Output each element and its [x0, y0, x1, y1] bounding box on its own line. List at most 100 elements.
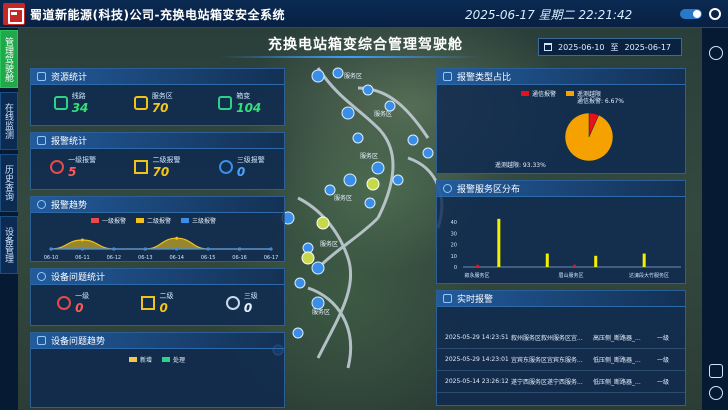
stat-route: 线路 34: [53, 91, 88, 115]
stat-box: 箱变 104: [218, 91, 261, 115]
legend-item: 处理: [162, 355, 185, 364]
x-tick-label: 叙永服务区: [464, 272, 489, 279]
x-tick-label: 达濠段大竹服务区: [629, 272, 669, 279]
date-range-picker[interactable]: 2025-06-10 至 2025-06-17: [538, 38, 682, 56]
y-tick-label: 0: [454, 265, 457, 271]
y-tick-label: 30: [451, 231, 457, 237]
map-label: 服务区: [344, 72, 362, 80]
box-icon: [218, 96, 233, 110]
date-end: 2025-06-17: [624, 42, 672, 52]
nav-item-device[interactable]: 设备管理: [0, 216, 18, 274]
trend-icon: [37, 336, 46, 345]
nav-item-monitor[interactable]: 在线监测: [0, 92, 18, 150]
y-tick-label: 20: [451, 243, 457, 249]
tick-label: 06-15: [201, 255, 216, 261]
panel-title: 资源统计: [51, 73, 88, 83]
bar: [594, 255, 598, 267]
bar: [573, 264, 576, 267]
alarm-list: 2025-05-29 14:23:51 叙州服务区叙州服务区宜... 高压侧_断…: [437, 307, 685, 393]
alert-blue-icon: [218, 160, 233, 174]
data-point: [238, 247, 242, 251]
panel-title: 实时报警: [457, 295, 494, 305]
alert-red-icon: [57, 296, 72, 310]
alert-yellow-icon: [134, 160, 149, 174]
realtime-alarm-panel: 实时报警 2025-05-29 14:23:51 叙州服务区叙州服务区宜... …: [436, 290, 686, 406]
alarm-icon: [37, 136, 46, 145]
stat-device-level3: 三级 0: [225, 291, 258, 315]
data-point: [49, 247, 53, 251]
x-tick-label: 眉山服务区: [558, 272, 583, 279]
map-label: 服务区: [320, 240, 338, 248]
alarm-area-panel: 报警服务区分布 0 10 20 30 40 叙永服务区 眉山服务区 达濠段大竹服务区: [436, 180, 686, 284]
stat-level2: 二级报警 70: [134, 155, 180, 179]
page-title: 充换电站箱变综合管理驾驶舱: [268, 37, 463, 53]
nav-item-history[interactable]: 历史查询: [0, 154, 18, 212]
data-point: [80, 238, 84, 242]
trend-icon: [37, 200, 46, 209]
resource-stats-panel: 资源统计 线路 34 服务区 70 箱变 104: [30, 68, 285, 126]
stat-level1: 一级报警 5: [50, 155, 96, 179]
tick-label: 06-12: [107, 255, 122, 261]
map-label: 服务区: [312, 308, 330, 316]
alarm-area-bar-chart: 0 10 20 30 40 叙永服务区 眉山服务区 达濠段大竹服务区: [451, 218, 681, 279]
shield-icon: [443, 184, 452, 193]
data-point: [112, 247, 116, 251]
alarm-type-pie-chart: 通信报警: 6.67% 遥测越限: 93.33%: [495, 97, 624, 169]
power-icon[interactable]: [709, 386, 723, 400]
alarm-row[interactable]: 2025-05-14 23:26:12 遂宁西服务区遂宁西服务... 低压侧_断…: [437, 371, 685, 393]
side-toolbar: [704, 30, 728, 410]
fullscreen-icon[interactable]: [709, 364, 723, 378]
clock-display: 2025-06-17 星期二 22:21:42: [465, 8, 633, 22]
y-tick-label: 10: [451, 254, 457, 260]
alarm-row[interactable]: 2025-05-29 14:23:01 宜宾东服务区宜宾东服务... 低压侧_断…: [437, 349, 685, 371]
pie-slice: [564, 112, 614, 162]
bar: [642, 253, 646, 267]
stat-device-level2: 二级 0: [141, 291, 173, 315]
alert-red-icon: [50, 160, 65, 174]
calendar-icon: [544, 43, 552, 51]
monitor-icon: [443, 294, 452, 303]
data-point: [143, 247, 147, 251]
top-bar: 蜀道新能源(科技)公司-充换电站箱变安全系统 2025-06-17 星期二 22…: [0, 0, 728, 28]
user-settings-icon[interactable]: [709, 8, 721, 20]
legend-item: 二级报警: [136, 216, 171, 225]
legend-item: 三级报警: [181, 216, 216, 225]
legend-item: 新增: [129, 355, 152, 364]
y-tick-label: 40: [451, 220, 457, 226]
device-trend-panel: 设备问题趋势 新增 处理: [30, 332, 285, 408]
theme-toggle[interactable]: [680, 9, 702, 19]
panel-title: 报警类型占比: [457, 73, 512, 83]
alert-white-icon: [225, 296, 240, 310]
pie-icon: [443, 72, 452, 81]
route-icon: [53, 96, 68, 110]
data-point: [175, 236, 179, 240]
stat-service-area: 服务区 70: [133, 91, 173, 115]
data-point: [206, 247, 210, 251]
bar: [497, 218, 501, 267]
panel-title: 报警服务区分布: [457, 185, 521, 195]
tick-label: 06-13: [138, 255, 153, 261]
device-icon: [37, 272, 46, 281]
date-separator: 至: [610, 42, 619, 52]
map-label: 服务区: [334, 194, 352, 202]
tick-label: 06-16: [232, 255, 247, 261]
device-stats-panel: 设备问题统计 一级 0 二级 0 三级 0: [30, 268, 285, 326]
stats-icon: [37, 72, 46, 81]
user-icon[interactable]: [709, 46, 723, 60]
map-label: 服务区: [360, 152, 378, 160]
data-point: [269, 247, 273, 251]
alarm-trend-chart: 06-10 06-11 06-12 06-13 06-14 06-15 06-16 06-17: [44, 236, 278, 261]
building-icon: [133, 96, 148, 110]
pie-label: 遥测越限: 93.33%: [495, 161, 546, 169]
company-logo-icon: [3, 3, 25, 25]
alarm-stats-panel: 报警统计 一级报警 5 二级报警 70 三级报警 0: [30, 132, 285, 190]
tick-label: 06-14: [169, 255, 184, 261]
alarm-row[interactable]: 2025-05-29 14:23:51 叙州服务区叙州服务区宜... 高压侧_断…: [437, 327, 685, 349]
bar: [476, 264, 480, 267]
data-point: [80, 247, 84, 251]
panel-title: 报警统计: [51, 137, 88, 147]
nav-item-cockpit[interactable]: 管理驾驶舱: [0, 30, 18, 88]
title-decoration: [220, 56, 480, 58]
panel-title: 设备问题统计: [51, 273, 106, 283]
alarm-type-panel: 报警类型占比 通信报警 遥测越限 通信报警: 6.67% 遥测越限: 93.33%: [436, 68, 686, 174]
